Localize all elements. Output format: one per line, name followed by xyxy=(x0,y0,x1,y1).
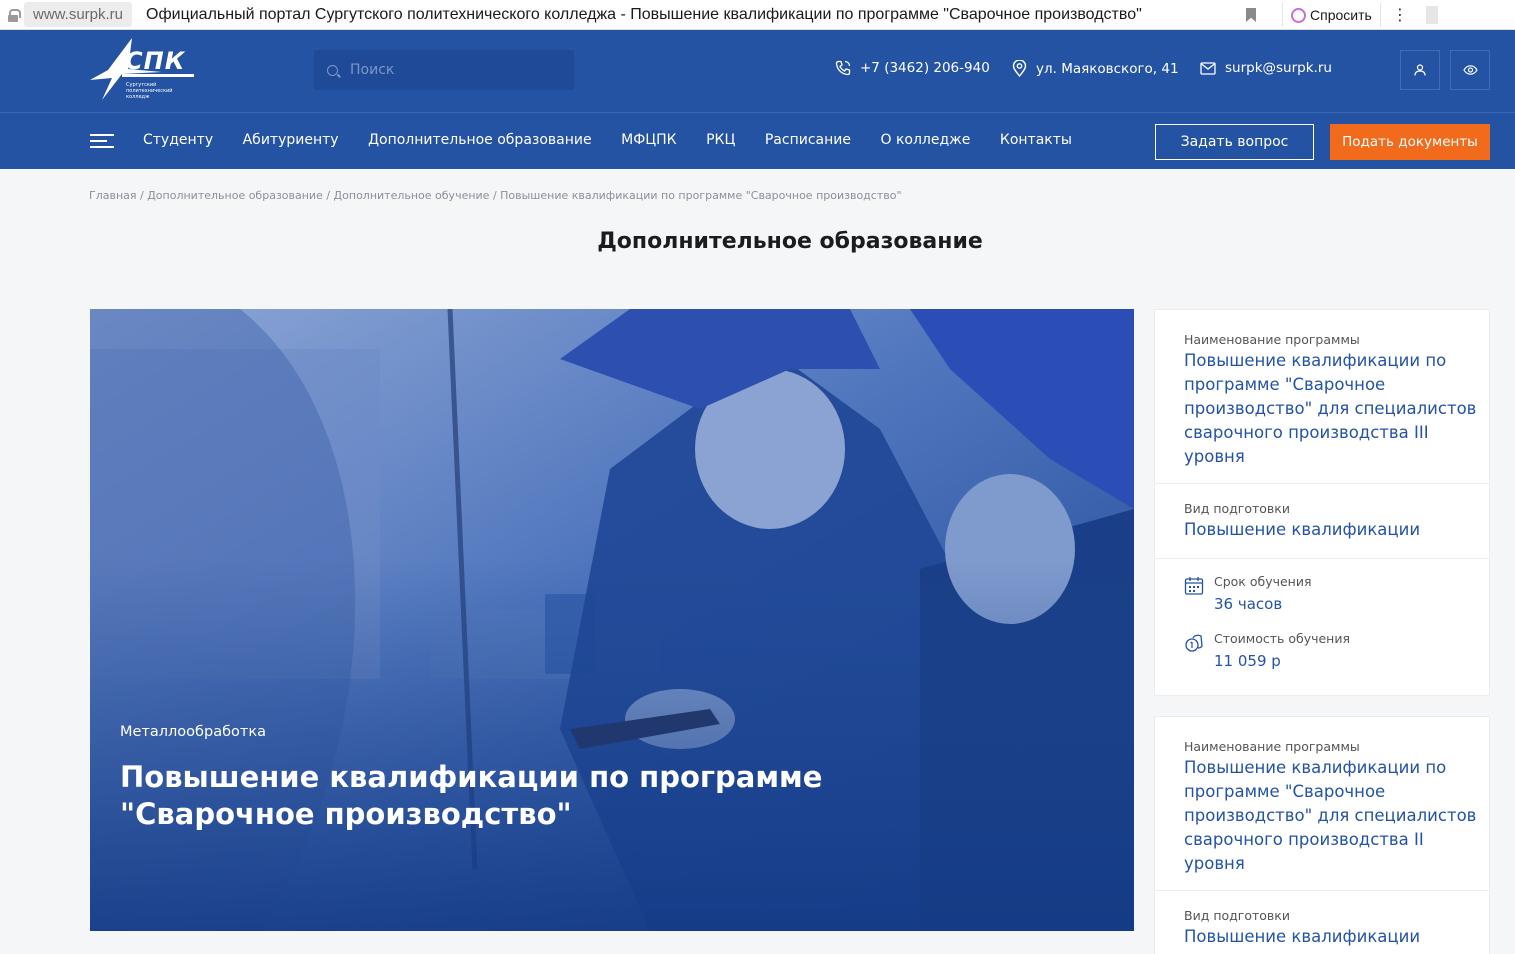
ask-assistant-label: Спросить xyxy=(1310,7,1372,23)
user-icon xyxy=(1414,64,1426,76)
search-input[interactable] xyxy=(350,62,560,78)
search-icon xyxy=(327,64,338,76)
logo-subtitle: Сургутский политехнический колледж xyxy=(126,82,173,100)
program-name[interactable]: Повышение квалификации по программе "Сва… xyxy=(1184,349,1479,469)
location-pin-icon xyxy=(1012,60,1027,77)
nav-item-about[interactable]: О колледже xyxy=(880,132,970,148)
email-contact[interactable]: surpk@surpk.ru xyxy=(1200,60,1332,76)
hero-title: Повышение квалификации по программе "Сва… xyxy=(120,760,823,831)
eye-icon xyxy=(1462,65,1478,75)
account-button[interactable] xyxy=(1400,50,1440,90)
lock-icon xyxy=(8,8,21,22)
submit-documents-button[interactable]: Подать документы xyxy=(1330,124,1490,160)
nav-item-contacts[interactable]: Контакты xyxy=(1000,132,1072,148)
nav-item-additional-education[interactable]: Дополнительное образование xyxy=(368,132,592,148)
training-type-label: Вид подготовки xyxy=(1184,908,1290,923)
training-type-section: Вид подготовки Повышение квалификации xyxy=(1155,484,1489,542)
menu-burger-icon[interactable] xyxy=(90,134,114,148)
nav-item-mfcpk[interactable]: МФЦПК xyxy=(621,132,676,148)
duration-row: Срок обучения 36 часов xyxy=(1155,574,1489,613)
address-text: ул. Маяковского, 41 xyxy=(1036,60,1179,77)
welding-photo xyxy=(90,309,1134,931)
page-tab-title: Официальный портал Сургутского политехни… xyxy=(146,5,1142,23)
training-type-value: Повышение квалификации xyxy=(1184,927,1421,946)
cost-label: Стоимость обучения xyxy=(1214,631,1350,646)
page-title: Дополнительное образование xyxy=(597,229,983,254)
cost-value: 11 059 р xyxy=(1214,652,1281,670)
ask-question-button[interactable]: Задать вопрос xyxy=(1155,124,1314,160)
bookmark-icon[interactable] xyxy=(1246,8,1256,22)
training-type-label: Вид подготовки xyxy=(1184,501,1290,516)
training-type-section: Вид подготовки Повышение квалификации xyxy=(1155,891,1489,949)
nav-items: Студенту Абитуриенту Дополнительное обра… xyxy=(143,132,1101,148)
hero-banner: Металлообработка Повышение квалификации … xyxy=(90,309,1134,931)
assistant-icon xyxy=(1291,7,1306,23)
coins-icon xyxy=(1184,631,1206,670)
hero-category: Металлообработка xyxy=(120,724,266,740)
logo-text: СПК xyxy=(125,47,186,75)
phone-number: +7 (3462) 206-940 xyxy=(860,60,990,76)
duration-value: 36 часов xyxy=(1214,595,1283,613)
program-name-section: Наименование программы Повышение квалифи… xyxy=(1155,310,1489,469)
training-type-value: Повышение квалификации xyxy=(1184,520,1421,539)
program-name[interactable]: Повышение квалификации по программе "Сва… xyxy=(1184,756,1489,876)
program-label: Наименование программы xyxy=(1184,739,1360,754)
cost-row: Стоимость обучения 11 059 р xyxy=(1155,631,1489,670)
duration-label: Срок обучения xyxy=(1214,574,1312,589)
accessibility-button[interactable] xyxy=(1450,50,1490,90)
program-name-section: Наименование программы Повышение квалифи… xyxy=(1155,717,1489,876)
site-logo[interactable]: СПК Сургутский политехнический колледж xyxy=(88,36,200,108)
search-box[interactable] xyxy=(314,50,574,90)
address-contact[interactable]: ул. Маяковского, 41 xyxy=(1012,60,1179,77)
nav-item-student[interactable]: Студенту xyxy=(143,132,213,148)
ask-assistant-button[interactable]: Спросить xyxy=(1282,3,1381,27)
main-nav: Студенту Абитуриенту Дополнительное обра… xyxy=(0,112,1515,169)
more-menu-icon[interactable]: ⋮ xyxy=(1392,7,1408,23)
nav-item-schedule[interactable]: Расписание xyxy=(765,132,851,148)
url-chip[interactable]: www.surpk.ru xyxy=(24,2,133,27)
email-address: surpk@surpk.ru xyxy=(1225,60,1332,76)
phone-contact[interactable]: +7 (3462) 206-940 xyxy=(835,60,990,76)
phone-icon xyxy=(835,60,851,76)
nav-item-rkc[interactable]: РКЦ xyxy=(706,132,735,148)
program-card[interactable]: Наименование программы Повышение квалифи… xyxy=(1154,309,1490,696)
program-card[interactable]: Наименование программы Повышение квалифи… xyxy=(1154,716,1490,954)
divider xyxy=(1155,558,1489,559)
nav-item-applicant[interactable]: Абитуриенту xyxy=(243,132,339,148)
calendar-icon xyxy=(1184,574,1206,613)
browser-bar: www.surpk.ru Официальный портал Сургутск… xyxy=(0,0,1515,30)
program-label: Наименование программы xyxy=(1184,332,1360,347)
mail-icon xyxy=(1200,61,1216,75)
breadcrumb[interactable]: Главная / Дополнительное образование / Д… xyxy=(89,189,902,202)
extension-icon[interactable] xyxy=(1426,6,1438,24)
